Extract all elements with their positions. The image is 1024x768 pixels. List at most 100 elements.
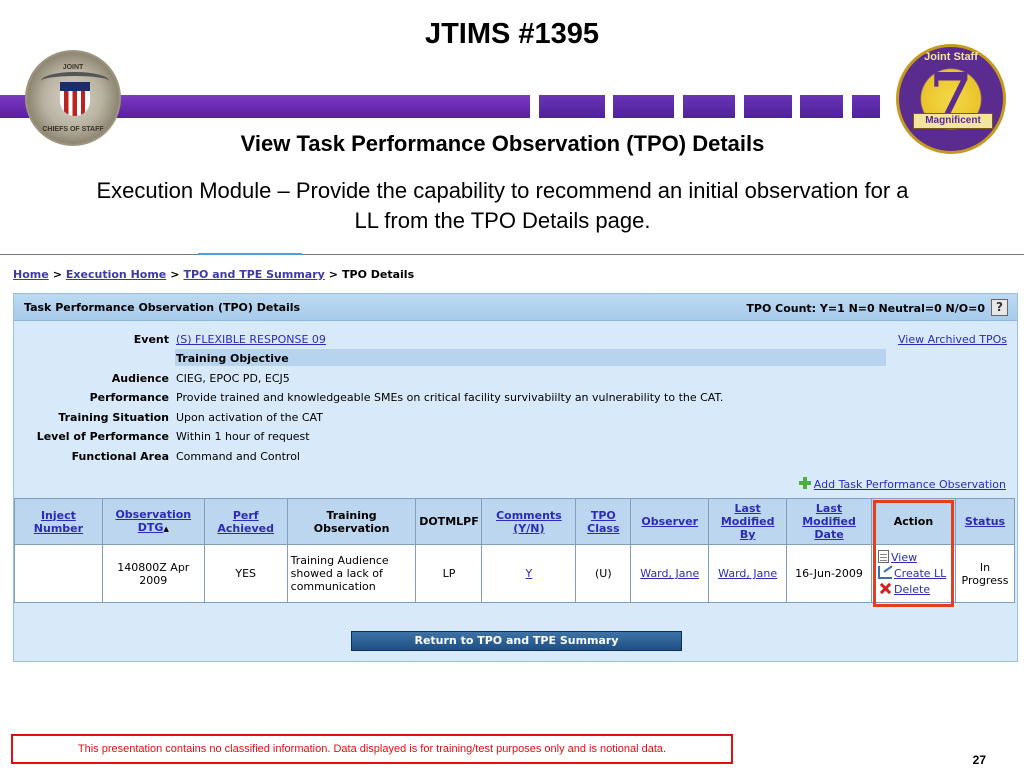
audience-label: Audience xyxy=(111,372,169,385)
cell-perf-achieved: YES xyxy=(203,544,288,603)
plus-icon xyxy=(798,477,811,489)
create-ll-icon xyxy=(877,565,892,579)
panel-title: Task Performance Observation (TPO) Detai… xyxy=(24,301,301,314)
slide-description: Execution Module – Provide the capabilit… xyxy=(96,178,909,233)
seal-banner: Magnificent xyxy=(913,113,993,129)
title-bar-block xyxy=(800,95,843,118)
breadcrumb-home-link[interactable]: Home xyxy=(13,268,49,281)
last-modified-by-link[interactable]: Ward, Jane xyxy=(718,567,777,580)
title-bar-block xyxy=(613,95,674,118)
col-observer[interactable]: Observer xyxy=(630,498,710,545)
level-of-performance-label: Level of Performance xyxy=(36,430,169,443)
detail-row-event: Event (S) FLEXIBLE RESPONSE 09 xyxy=(14,330,1017,348)
sort-observation-dtg-link[interactable]: Observation DTG xyxy=(115,508,191,534)
add-tpo-container: Add Task Performance Observation xyxy=(798,477,1006,491)
add-task-performance-observation-link[interactable]: Add Task Performance Observation xyxy=(814,478,1006,491)
cell-tpo-class: (U) xyxy=(575,544,632,603)
breadcrumb-execution-home-link[interactable]: Execution Home xyxy=(66,268,166,281)
cell-action: View Create LL Delete xyxy=(870,544,956,603)
col-comments[interactable]: Comments (Y/N) xyxy=(481,498,577,545)
sort-status-link[interactable]: Status xyxy=(965,515,1005,528)
sort-inject-number-link[interactable]: Inject Number xyxy=(34,509,83,535)
tpo-table: Inject Number Observation DTG▲ Perf Achieve… xyxy=(14,498,1016,603)
cell-last-modified-by: Ward, Jane xyxy=(708,544,788,603)
title-bar-block xyxy=(683,95,735,118)
training-situation-value: Upon activation of the CAT xyxy=(176,411,323,424)
cell-observation-dtg: 140800Z Apr 2009 xyxy=(101,544,205,603)
cell-last-modified-date: 16-Jun-2009 xyxy=(786,544,872,603)
performance-value: Provide trained and knowledgeable SMEs o… xyxy=(176,391,724,404)
breadcrumb-separator: > xyxy=(52,268,62,281)
col-last-modified-date[interactable]: Last Modified Date xyxy=(786,498,872,545)
action-create-ll[interactable]: Create LL xyxy=(877,565,952,582)
view-link[interactable]: View xyxy=(891,551,917,564)
delete-link[interactable]: Delete xyxy=(894,583,930,596)
breadcrumb-separator: > xyxy=(328,268,339,281)
cell-status: In Progress xyxy=(954,544,1016,603)
event-label: Event xyxy=(133,333,169,346)
training-objective-value: Training Objective xyxy=(176,352,289,365)
seal-text-top: JOINT xyxy=(62,64,84,71)
cell-comments: Y xyxy=(481,544,577,603)
sort-observer-link[interactable]: Observer xyxy=(641,515,698,528)
detail-row-performance: Performance Provide trained and knowledg… xyxy=(14,388,1017,406)
functional-area-label: Functional Area xyxy=(71,450,169,463)
col-dotmlpf: DOTMLPF xyxy=(415,498,483,545)
detail-row-functional-area: Functional Area Command and Control xyxy=(14,447,1017,465)
return-to-tpo-summary-button[interactable]: Return to TPO and TPE Summary xyxy=(351,631,682,651)
breadcrumb-current: TPO Details xyxy=(342,268,415,281)
cell-observer: Ward, Jane xyxy=(630,544,710,603)
breadcrumb: Home > Execution Home > TPO and TPE Summary >… xyxy=(13,268,414,281)
create-ll-link[interactable]: Create LL xyxy=(894,567,946,580)
disclaimer-box: This presentation contains no classified… xyxy=(11,734,733,764)
col-last-modified-by[interactable]: Last Modified By xyxy=(708,498,788,545)
comments-link[interactable]: Y xyxy=(526,567,533,580)
functional-area-value: Command and Control xyxy=(176,450,300,463)
slide-subtitle: View Task Performance Observation (TPO) … xyxy=(240,131,765,156)
table-header-row: Inject Number Observation DTG▲ Perf Achieve… xyxy=(14,498,1016,545)
breadcrumb-tpo-summary-link[interactable]: TPO and TPE Summary xyxy=(183,268,324,281)
divider xyxy=(0,254,1024,255)
breadcrumb-separator: > xyxy=(170,268,180,281)
sort-last-modified-by-link[interactable]: Last Modified By xyxy=(721,502,775,541)
tpo-count: TPO Count: Y=1 N=0 Neutral=0 N/O=0 xyxy=(746,302,985,315)
action-delete[interactable]: Delete xyxy=(878,582,952,598)
detail-row-training-situation: Training Situation Upon activation of th… xyxy=(14,408,1017,426)
col-action: Action xyxy=(870,498,956,545)
sort-last-modified-date-link[interactable]: Last Modified Date xyxy=(802,502,856,541)
table-row: 140800Z Apr 2009 YES Training Audience s… xyxy=(14,544,1016,603)
document-icon xyxy=(877,549,889,563)
divider-accent xyxy=(198,253,302,255)
col-inject-number[interactable]: Inject Number xyxy=(14,498,103,545)
sort-arrow-icon: ▲ xyxy=(163,524,169,533)
page-number: 27 xyxy=(972,753,986,767)
title-bar-block xyxy=(744,95,792,118)
detail-row-audience: Audience CIEG, EPOC PD, ECJ5 xyxy=(14,369,1017,387)
sort-tpo-class-link[interactable]: TPO Class xyxy=(587,509,619,535)
col-training-observation: Training Observation xyxy=(286,498,417,545)
title-bar-block xyxy=(539,95,605,118)
panel-header: Task Performance Observation (TPO) Detai… xyxy=(14,294,1017,321)
delete-x-icon xyxy=(878,582,892,595)
level-of-performance-value: Within 1 hour of request xyxy=(176,430,310,443)
detail-row-training-objective: Training Objective xyxy=(14,349,1017,367)
sort-perf-achieved-link[interactable]: Perf Achieved xyxy=(217,509,274,535)
col-observation-dtg[interactable]: Observation DTG▲ xyxy=(101,498,205,545)
help-icon[interactable]: ? xyxy=(991,299,1008,316)
training-situation-label: Training Situation xyxy=(58,411,169,424)
col-tpo-class[interactable]: TPO Class xyxy=(575,498,632,545)
audience-value: CIEG, EPOC PD, ECJ5 xyxy=(176,372,290,385)
cell-training-observation: Training Audience showed a lack of commu… xyxy=(286,544,417,603)
shield-emblem xyxy=(60,82,90,116)
cell-dotmlpf: LP xyxy=(415,544,483,603)
slide-title: JTIMS #1395 xyxy=(424,18,600,50)
event-link[interactable]: (S) FLEXIBLE RESPONSE 09 xyxy=(176,333,326,346)
col-perf-achieved[interactable]: Perf Achieved xyxy=(203,498,288,545)
detail-row-level-of-performance: Level of Performance Within 1 hour of re… xyxy=(14,427,1017,445)
observer-link[interactable]: Ward, Jane xyxy=(640,567,699,580)
cell-inject-number xyxy=(14,544,103,603)
action-view[interactable]: View xyxy=(877,549,952,566)
sort-comments-link[interactable]: Comments (Y/N) xyxy=(496,509,562,535)
col-status[interactable]: Status xyxy=(954,498,1016,545)
title-bar-block xyxy=(852,95,880,118)
